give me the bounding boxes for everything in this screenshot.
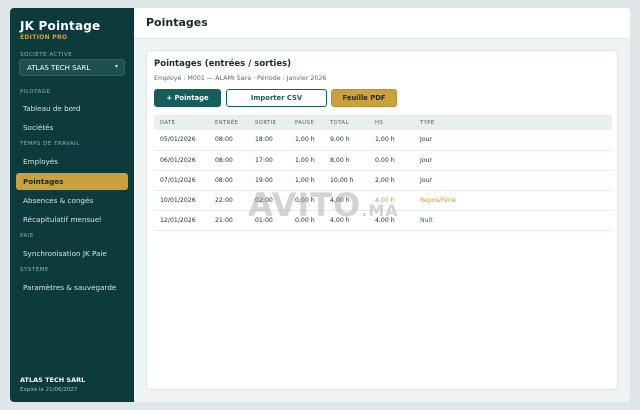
cell-type-repos: Repos/Férié <box>414 190 612 211</box>
cell-total: 9,00 h <box>324 130 369 151</box>
table-header-row: DATE ENTRÉE SORTIE PAUSE TOTAL HS TYPE <box>154 115 612 130</box>
cell-sortie: 18:00 <box>249 130 289 151</box>
cell-sortie: 02:00 <box>249 190 289 211</box>
brand-title: JK Pointage <box>20 19 101 33</box>
cell-pause: 1,00 h <box>289 150 324 171</box>
license-company: ATLAS TECH SARL <box>20 376 86 384</box>
cell-date: 12/01/2026 <box>154 210 209 231</box>
table-row[interactable]: 06/01/2026 08:00 17:00 1,00 h 8,00 h 0,0… <box>154 150 612 171</box>
sidebar: JK Pointage ÉDITION PRO SOCIÉTÉ ACTIVE A… <box>10 8 134 402</box>
cell-type: Jour <box>414 170 612 191</box>
col-date: DATE <box>160 119 176 126</box>
section-pilotage: PILOTAGE <box>20 89 51 95</box>
brand: JK Pointage ÉDITION PRO <box>20 19 100 41</box>
employee-period-info: Employé : M001 — ALAMI Sara · Période : … <box>154 75 327 82</box>
page-title: Pointages <box>146 16 208 29</box>
cell-sortie: 17:00 <box>249 150 289 171</box>
nav-item-recapitulatif[interactable]: Récapitulatif mensuel <box>16 211 128 228</box>
cell-sortie: 19:00 <box>249 170 289 191</box>
pointages-card: Pointages (entrées / sorties) Employé : … <box>146 50 618 390</box>
nav-item-synchronisation[interactable]: Synchronisation JK Paie <box>16 245 128 262</box>
cell-entree: 21:00 <box>209 210 249 231</box>
col-pause: PAUSE <box>295 119 315 126</box>
cell-entree: 08:00 <box>209 170 249 191</box>
cell-sortie: 01:00 <box>249 210 289 231</box>
company-label: SOCIÉTÉ ACTIVE <box>20 52 73 58</box>
table-row[interactable]: 07/01/2026 08:00 19:00 1,00 h 10,00 h 2,… <box>154 170 612 191</box>
cell-total: 4,00 h <box>324 210 369 231</box>
cell-pause: 1,00 h <box>289 170 324 191</box>
cell-entree: 08:00 <box>209 130 249 151</box>
cell-type: Jour <box>414 130 612 151</box>
cell-date: 05/01/2026 <box>154 130 209 151</box>
cell-date: 07/01/2026 <box>154 170 209 191</box>
nav-item-absences[interactable]: Absences & congés <box>16 192 128 209</box>
table-row[interactable]: 05/01/2026 08:00 18:00 1,00 h 9,00 h 1,0… <box>154 130 612 151</box>
add-pointage-button[interactable]: + Pointage <box>154 89 221 107</box>
cell-type: Jour <box>414 150 612 171</box>
cell-pause: 0,00 h <box>289 210 324 231</box>
pdf-sheet-button[interactable]: Feuille PDF <box>331 89 397 107</box>
col-type: TYPE <box>420 119 435 126</box>
cell-hs: 0,00 h <box>369 150 414 171</box>
nav-item-employes[interactable]: Employés <box>16 153 128 170</box>
col-entree: ENTRÉE <box>215 119 239 126</box>
cell-hs: 2,00 h <box>369 170 414 191</box>
section-temps-de-travail: TEMPS DE TRAVAIL <box>20 141 80 147</box>
cell-hs: 4,00 h <box>369 190 414 211</box>
cell-type-nuit: Nuit <box>414 210 612 231</box>
license-footer: ATLAS TECH SARL Expire le 21/06/2027 <box>20 376 85 393</box>
app-window: JK Pointage ÉDITION PRO SOCIÉTÉ ACTIVE A… <box>10 8 630 402</box>
import-csv-button[interactable]: Importer CSV <box>226 89 327 107</box>
cell-date: 06/01/2026 <box>154 150 209 171</box>
section-systeme: SYSTÈME <box>20 267 49 273</box>
col-sortie: SORTIE <box>255 119 277 126</box>
nav-item-parametres[interactable]: Paramètres & sauvegarde <box>16 279 128 296</box>
cell-total: 4,00 h <box>324 190 369 211</box>
cell-total: 8,00 h <box>324 150 369 171</box>
cell-entree: 22:00 <box>209 190 249 211</box>
license-expiry: Expire le 21/06/2027 <box>20 387 78 393</box>
pointages-table: DATE ENTRÉE SORTIE PAUSE TOTAL HS TYPE 0… <box>154 115 612 231</box>
cell-entree: 08:00 <box>209 150 249 171</box>
brand-edition: ÉDITION PRO <box>20 34 68 41</box>
top-header: Pointages <box>134 8 630 39</box>
table-row[interactable]: 12/01/2026 21:00 01:00 0,00 h 4,00 h 4,0… <box>154 210 612 231</box>
col-total: TOTAL <box>330 119 349 126</box>
nav-item-tableau-de-bord[interactable]: Tableau de bord <box>16 100 128 117</box>
company-select-value: ATLAS TECH SARL <box>27 64 91 72</box>
cell-date: 10/01/2026 <box>154 190 209 211</box>
cell-total: 10,00 h <box>324 170 369 191</box>
col-hs: HS <box>375 119 384 126</box>
cell-pause: 1,00 h <box>289 130 324 151</box>
cell-hs: 1,00 h <box>369 130 414 151</box>
nav-item-pointages[interactable]: Pointages <box>16 173 128 190</box>
cell-hs: 4,00 h <box>369 210 414 231</box>
card-title: Pointages (entrées / sorties) <box>154 59 292 69</box>
nav-item-societes[interactable]: Sociétés <box>16 119 128 136</box>
table-row[interactable]: 10/01/2026 22:00 02:00 0,00 h 4,00 h 4,0… <box>154 190 612 211</box>
section-paie: PAIE <box>20 233 34 239</box>
company-select[interactable]: ATLAS TECH SARL ▾ <box>19 59 125 76</box>
chevron-down-icon: ▾ <box>114 63 118 70</box>
cell-pause: 0,00 h <box>289 190 324 211</box>
